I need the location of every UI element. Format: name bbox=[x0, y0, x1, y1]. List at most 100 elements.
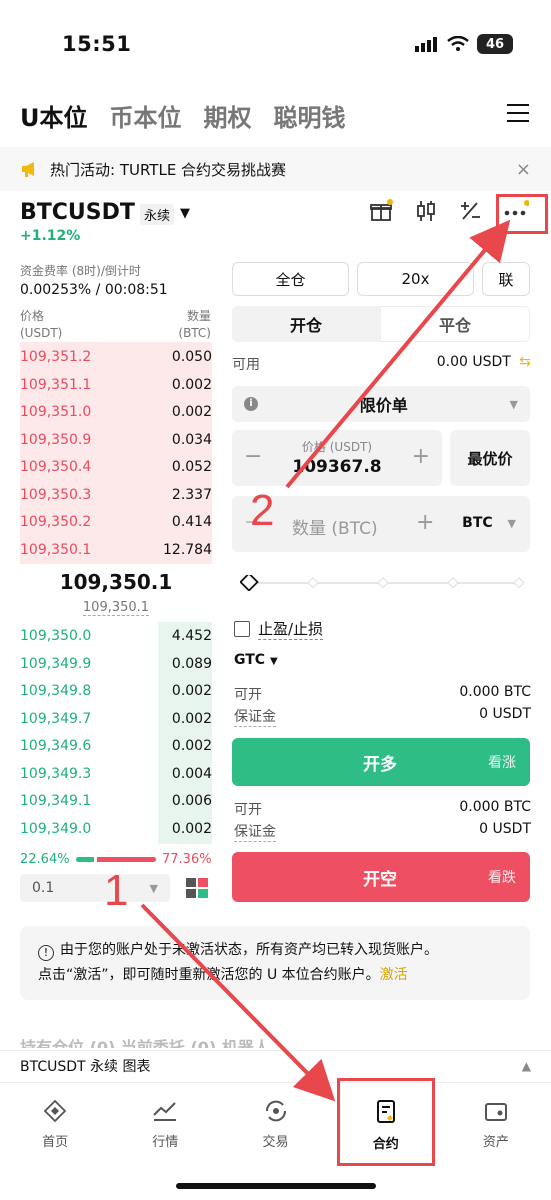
positions-tabs[interactable]: 持有仓位 (0) 当前委托 (0) 机器人 bbox=[20, 1034, 440, 1048]
margin-mode-button[interactable]: 全仓 bbox=[232, 262, 349, 296]
plus-button[interactable]: + bbox=[412, 444, 430, 469]
annotation-number-2: 2 bbox=[250, 486, 275, 535]
tab-close[interactable]: 平仓 bbox=[380, 306, 530, 342]
status-icons: 46 bbox=[415, 34, 513, 54]
wallet-icon bbox=[484, 1103, 507, 1121]
funding-rate-label: 资金费率 (8时)/倒计时 bbox=[20, 264, 141, 278]
close-icon[interactable]: × bbox=[516, 159, 531, 180]
time-in-force-select[interactable]: GTC ▼ bbox=[234, 652, 278, 668]
ask-row[interactable]: 109,350.4 0.052 bbox=[20, 453, 212, 480]
ask-row[interactable]: 109,351.2 0.050 bbox=[20, 343, 212, 370]
inactive-account-notice: ! 由于您的账户处于未激活状态，所有资产均已转入现货账户。 点击“激活”，即可随时… bbox=[20, 926, 530, 1000]
mark-price[interactable]: 109,350.1 bbox=[20, 600, 212, 616]
nav-home[interactable]: 首页 bbox=[0, 1083, 110, 1200]
caret-up-icon[interactable]: ▲ bbox=[522, 1059, 531, 1073]
long-can-open-label: 可开 bbox=[234, 687, 262, 703]
ask-row[interactable]: 109,350.3 2.337 bbox=[20, 481, 212, 508]
pair-symbol[interactable]: BTCUSDT bbox=[20, 200, 135, 225]
short-can-open: 0.000 BTC bbox=[459, 799, 531, 815]
annotation-box-futures bbox=[337, 1078, 435, 1166]
available-balance[interactable]: 0.00 USDT ⇆ bbox=[437, 354, 531, 370]
long-margin: 0 USDT bbox=[479, 706, 531, 722]
caret-down-icon: ▼ bbox=[149, 881, 158, 895]
link-button[interactable]: 联 bbox=[482, 262, 530, 296]
wifi-icon bbox=[447, 36, 469, 51]
quantity-input[interactable]: − 数量 (BTC) + BTC ▼ bbox=[232, 496, 530, 552]
bid-row[interactable]: 109,349.6 0.002 bbox=[20, 732, 212, 759]
checkbox-icon[interactable] bbox=[234, 621, 250, 637]
tab-open[interactable]: 开仓 bbox=[232, 306, 380, 342]
quantity-unit-select[interactable]: BTC ▼ bbox=[462, 515, 516, 531]
short-margin: 0 USDT bbox=[479, 821, 531, 837]
caret-down-icon[interactable]: ▼ bbox=[180, 206, 190, 221]
best-price-button[interactable]: 最优价 bbox=[450, 430, 530, 486]
quantity-slider[interactable] bbox=[239, 572, 526, 592]
depth-step-select[interactable]: 0.1 ▼ bbox=[20, 874, 170, 902]
activate-link[interactable]: 激活 bbox=[380, 967, 408, 983]
tab-coin-m[interactable]: 币本位 bbox=[110, 98, 182, 133]
info-circle-icon: ! bbox=[38, 945, 54, 961]
long-can-open: 0.000 BTC bbox=[459, 684, 531, 700]
funding-rate-value: 0.00253% / 00:08:51 bbox=[20, 282, 168, 298]
tab-options[interactable]: 期权 bbox=[204, 98, 252, 133]
open-long-button[interactable]: 开多 看涨 bbox=[232, 738, 530, 786]
ask-row[interactable]: 109,350.2 0.414 bbox=[20, 508, 212, 535]
ask-row[interactable]: 109,351.0 0.002 bbox=[20, 398, 212, 425]
short-can-open-label: 可开 bbox=[234, 802, 262, 818]
orderbook-layout-icon[interactable] bbox=[186, 878, 208, 898]
ask-row[interactable]: 109,350.9 0.034 bbox=[20, 426, 212, 453]
price-input[interactable]: − 价格 (USDT) 109367.8 + bbox=[232, 430, 442, 486]
annotation-box-more bbox=[496, 194, 548, 234]
bid-row[interactable]: 109,349.0 0.002 bbox=[20, 815, 212, 842]
home-indicator bbox=[176, 1183, 376, 1189]
long-margin-label: 保证金 bbox=[234, 706, 276, 727]
contract-type-badge: 永续 bbox=[140, 204, 175, 225]
markets-icon bbox=[153, 1102, 177, 1121]
buy-ratio: 22.64% bbox=[20, 852, 70, 867]
available-label: 可用 bbox=[232, 357, 260, 373]
calculator-icon[interactable] bbox=[459, 200, 481, 222]
status-time: 15:51 bbox=[62, 32, 132, 56]
bid-row[interactable]: 109,350.0 4.452 bbox=[20, 622, 212, 649]
nav-assets[interactable]: 资产 bbox=[441, 1083, 551, 1200]
ask-row[interactable]: 109,351.1 0.002 bbox=[20, 371, 212, 398]
ask-row[interactable]: 109,350.1 12.784 bbox=[20, 536, 212, 563]
price-label: 价格 (USDT) bbox=[301, 440, 373, 454]
transfer-icon[interactable]: ⇆ bbox=[519, 354, 531, 370]
short-margin-label: 保证金 bbox=[234, 821, 276, 842]
signal-icon bbox=[415, 37, 437, 52]
bid-row[interactable]: 109,349.8 0.002 bbox=[20, 677, 212, 704]
leverage-button[interactable]: 20x bbox=[357, 262, 474, 296]
chart-drawer-bar[interactable]: BTCUSDT 永续 图表 ▲ bbox=[0, 1050, 551, 1080]
candlestick-icon[interactable] bbox=[415, 199, 437, 223]
tpsl-checkbox[interactable]: 止盈/止损 bbox=[234, 618, 324, 640]
price-value[interactable]: 109367.8 bbox=[232, 457, 442, 477]
annotation-number-1: 1 bbox=[104, 866, 129, 915]
main-tabs: U本位 币本位 期权 聪明钱 bbox=[20, 98, 346, 133]
plus-button[interactable]: + bbox=[416, 510, 434, 535]
last-price[interactable]: 109,350.1 bbox=[20, 570, 212, 594]
price-change: +1.12% bbox=[20, 228, 81, 244]
gift-icon[interactable] bbox=[369, 199, 393, 223]
order-type-select[interactable]: i 限价单 ▼ bbox=[232, 386, 530, 422]
banner-text: 热门活动: TURTLE 合约交易挑战赛 bbox=[50, 160, 287, 179]
menu-icon[interactable] bbox=[507, 104, 529, 128]
tab-usdt-m[interactable]: U本位 bbox=[20, 98, 88, 133]
trade-icon bbox=[265, 1100, 286, 1122]
orderbook-qty-header: 数量 (BTC) bbox=[178, 309, 211, 340]
bid-row[interactable]: 109,349.9 0.089 bbox=[20, 650, 212, 677]
home-icon bbox=[43, 1099, 67, 1123]
battery-icon: 46 bbox=[477, 34, 513, 54]
caret-down-icon: ▼ bbox=[509, 397, 518, 411]
megaphone-icon bbox=[22, 162, 34, 177]
open-short-button[interactable]: 开空 看跌 bbox=[232, 852, 530, 902]
promo-banner[interactable]: 热门活动: TURTLE 合约交易挑战赛 × bbox=[0, 147, 551, 191]
bid-row[interactable]: 109,349.7 0.002 bbox=[20, 705, 212, 732]
bid-row[interactable]: 109,349.1 0.006 bbox=[20, 787, 212, 814]
sell-ratio: 77.36% bbox=[162, 852, 212, 867]
info-icon[interactable]: i bbox=[244, 397, 258, 411]
bid-row[interactable]: 109,349.3 0.004 bbox=[20, 760, 212, 787]
open-close-toggle: 开仓 平仓 bbox=[232, 306, 530, 342]
tab-smart-money[interactable]: 聪明钱 bbox=[274, 98, 346, 133]
quantity-placeholder: 数量 (BTC) bbox=[292, 519, 378, 539]
